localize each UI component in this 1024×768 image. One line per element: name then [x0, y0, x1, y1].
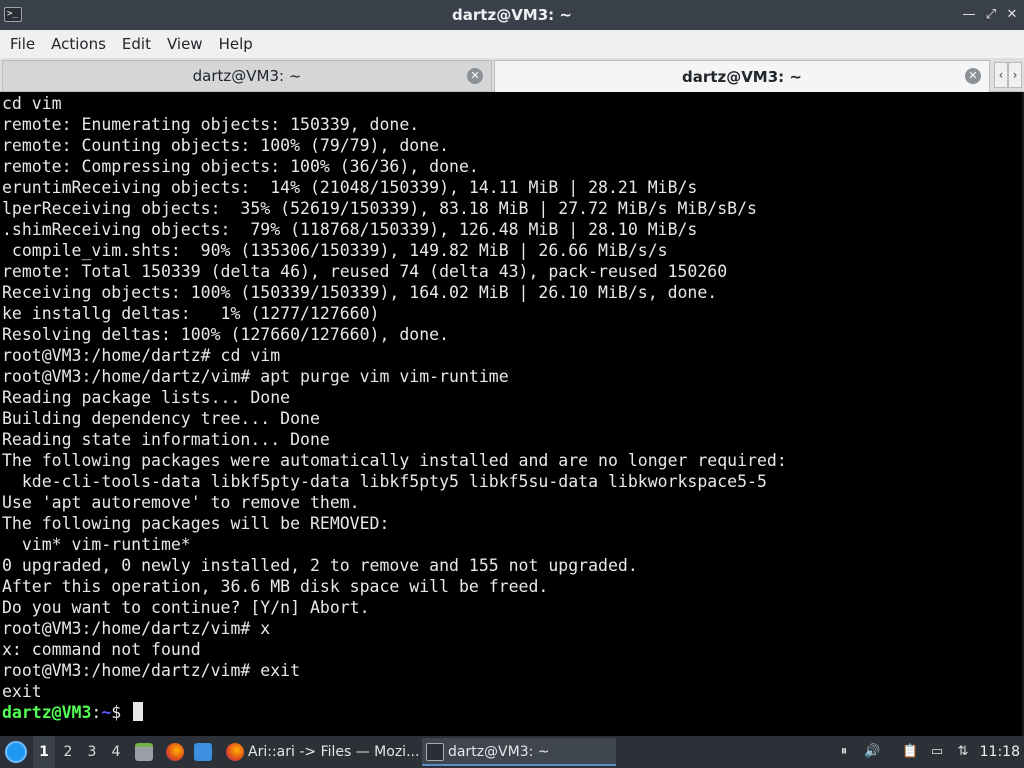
task-terminal[interactable]: dartz@VM3: ~ — [422, 738, 616, 766]
prompt-user-host: dartz@VM3 — [2, 703, 92, 722]
workspace-1[interactable]: 1 — [33, 736, 55, 768]
clock[interactable]: 11:18 — [980, 736, 1020, 768]
tab-close-icon[interactable]: ✕ — [965, 68, 981, 84]
menu-edit[interactable]: Edit — [114, 30, 159, 58]
menu-help[interactable]: Help — [211, 30, 261, 58]
task-label: dartz@VM3: ~ — [448, 744, 550, 760]
tab-label: dartz@VM3: ~ — [682, 67, 802, 86]
network-icon[interactable]: ⇅ — [955, 744, 971, 760]
workspace-4[interactable]: 4 — [105, 736, 127, 768]
close-button[interactable]: ✕ — [1004, 7, 1020, 23]
terminal-line: root@VM3:/home/dartz/vim# exit — [2, 661, 301, 680]
terminal-line: remote: Enumerating objects: 150339, don… — [2, 115, 420, 134]
prompt-colon: : — [91, 703, 102, 722]
terminal-line: remote: Counting objects: 100% (79/79), … — [2, 136, 450, 155]
minimize-button[interactable]: — — [961, 7, 977, 23]
terminal-line: Receiving objects: 100% (150339/150339),… — [2, 283, 718, 302]
firefox-icon[interactable] — [166, 743, 184, 761]
terminal-line: root@VM3:/home/dartz/vim# apt purge vim … — [2, 367, 509, 386]
window-titlebar[interactable]: >_ dartz@VM3: ~ — ⤢ ✕ — [0, 0, 1024, 30]
file-manager-icon[interactable] — [135, 743, 153, 761]
menu-file[interactable]: File — [2, 30, 43, 58]
tab-close-icon[interactable]: ✕ — [467, 68, 483, 84]
menu-actions[interactable]: Actions — [43, 30, 114, 58]
display-icon[interactable]: ▭ — [929, 744, 945, 760]
terminal-line: x: command not found — [2, 640, 201, 659]
terminal-icon — [426, 743, 444, 761]
media-icon[interactable]: ⏸ — [836, 744, 852, 760]
terminal-line: 0 upgraded, 0 newly installed, 2 to remo… — [2, 556, 638, 575]
text-cursor — [133, 702, 144, 721]
terminal-line: ke installg deltas: 1% (1277/127660) — [2, 304, 380, 323]
tab-scroll-left-icon[interactable]: ‹ — [994, 62, 1008, 88]
maximize-button[interactable]: ⤢ — [983, 7, 999, 23]
tab-terminal-2[interactable]: dartz@VM3: ~ ✕ — [494, 60, 990, 92]
terminal-prompt-line[interactable]: dartz@VM3:~$ — [2, 702, 144, 723]
show-desktop-icon[interactable] — [194, 743, 212, 761]
terminal-line: cd vim — [2, 94, 62, 113]
terminal-line: eruntimReceiving objects: 14% (21048/150… — [2, 178, 698, 197]
task-firefox[interactable]: Ari::ari -> Files — Mozi... — [222, 738, 418, 766]
clipboard-icon[interactable]: 📋 — [902, 744, 918, 760]
workspace-2[interactable]: 2 — [57, 736, 79, 768]
terminal-line: Building dependency tree... Done — [2, 409, 320, 428]
terminal-line: Reading state information... Done — [2, 430, 330, 449]
taskbar: 1 2 3 4 Ari::ari -> Files — Mozi... dart… — [0, 736, 1024, 768]
terminal-line: remote: Compressing objects: 100% (36/36… — [2, 157, 479, 176]
tab-terminal-1[interactable]: dartz@VM3: ~ ✕ — [2, 60, 492, 91]
terminal-line: vim* vim-runtime* — [2, 535, 191, 554]
volume-icon[interactable]: 🔊 — [864, 744, 880, 760]
terminal-line: remote: Total 150339 (delta 46), reused … — [2, 262, 728, 281]
tab-bar: dartz@VM3: ~ ✕ dartz@VM3: ~ ✕ ‹ › — [0, 58, 1024, 92]
prompt-path: ~ — [101, 703, 112, 722]
application-launcher-icon[interactable] — [5, 741, 27, 763]
terminal-line: The following packages were automaticall… — [2, 451, 787, 470]
window-title: dartz@VM3: ~ — [452, 6, 572, 24]
terminal-line: Use 'apt autoremove' to remove them. — [2, 493, 360, 512]
workspace-3[interactable]: 3 — [81, 736, 103, 768]
terminal-line: Resolving deltas: 100% (127660/127660), … — [2, 325, 450, 344]
tab-label: dartz@VM3: ~ — [192, 67, 302, 85]
terminal-line: .shimReceiving objects: 79% (118768/1503… — [2, 220, 698, 239]
menu-bar: File Actions Edit View Help — [0, 30, 1024, 58]
tab-scroll-right-icon[interactable]: › — [1008, 62, 1022, 88]
terminal-line: exit — [2, 682, 42, 701]
terminal-line: kde-cli-tools-data libkf5pty-data libkf5… — [2, 472, 767, 491]
terminal-line: root@VM3:/home/dartz/vim# x — [2, 619, 271, 638]
terminal-line: After this operation, 36.6 MB disk space… — [2, 577, 549, 596]
terminal-line: compile_vim.shts: 90% (135306/150339), 1… — [2, 241, 668, 260]
terminal-line: lperReceiving objects: 35% (52619/150339… — [2, 199, 757, 218]
menu-view[interactable]: View — [159, 30, 211, 58]
task-label: Ari::ari -> Files — Mozi... — [248, 744, 418, 760]
terminal-line: Reading package lists... Done — [2, 388, 291, 407]
terminal-output[interactable]: cd vim remote: Enumerating objects: 1503… — [0, 92, 1024, 736]
terminal-line: root@VM3:/home/dartz# cd vim — [2, 346, 281, 365]
terminal-line: The following packages will be REMOVED: — [2, 514, 390, 533]
terminal-line: Do you want to continue? [Y/n] Abort. — [2, 598, 370, 617]
firefox-icon — [226, 743, 244, 761]
prompt-symbol: $ — [111, 703, 132, 722]
